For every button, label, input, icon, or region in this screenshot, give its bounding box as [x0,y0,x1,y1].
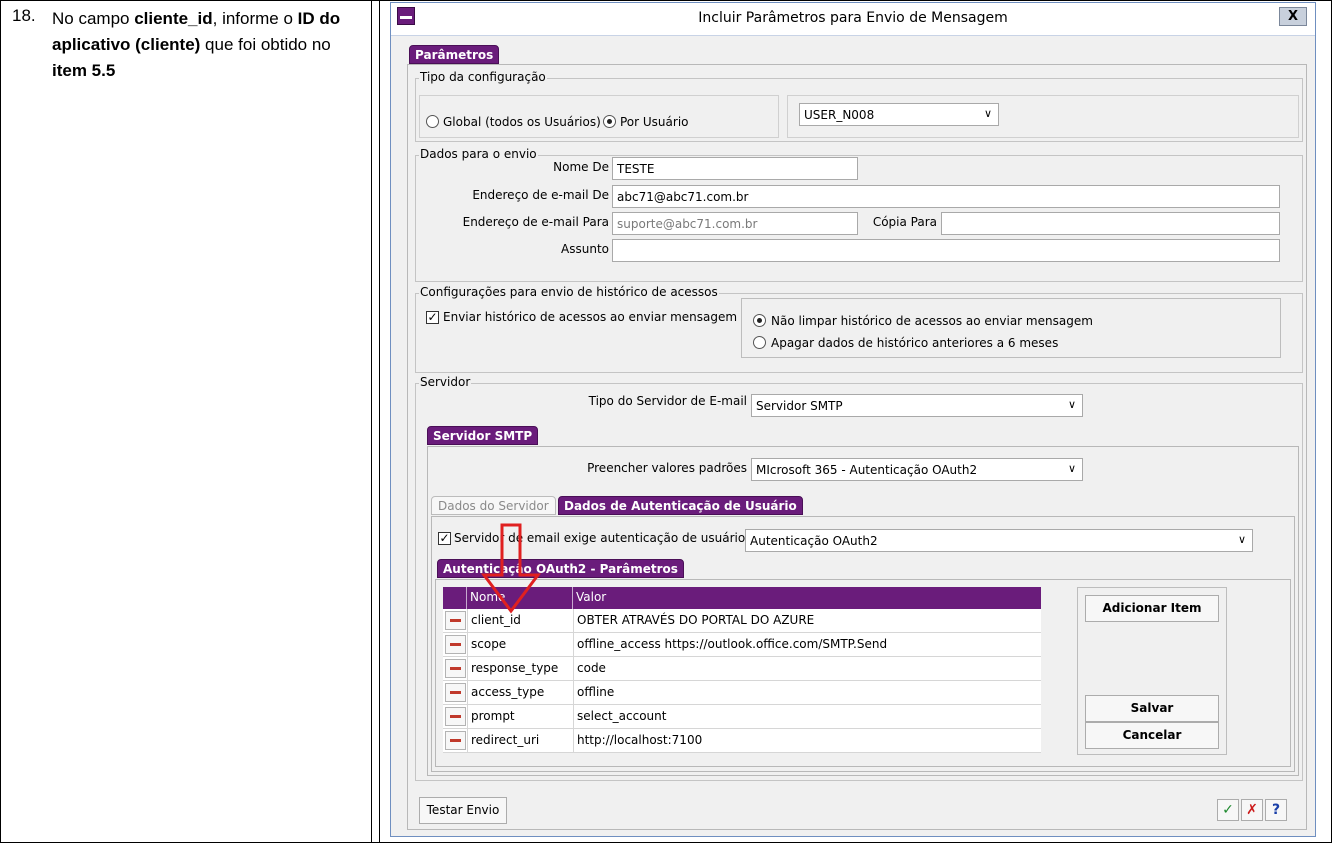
radio-keep-history[interactable] [753,314,766,327]
requires-auth-checkbox[interactable]: ✓ [438,532,451,545]
chevron-down-icon: ∨ [983,107,992,120]
send-history-checkbox[interactable]: ✓ [426,311,439,324]
table-row[interactable]: access_type offline [443,681,1041,705]
confirm-icon[interactable]: ✓ [1217,799,1239,821]
user-select[interactable]: USER_N008 ∨ [799,103,999,126]
cell-nome[interactable]: access_type [467,681,573,705]
grid-header-blank [443,587,467,609]
remove-row-button[interactable] [445,659,466,678]
server-legend: Servidor [419,375,472,389]
instruction-cell: 18. No campo cliente_id, informe o ID do… [0,0,372,843]
email-de-label: Endereço de e-mail De [472,188,609,202]
copia-para-label: Cópia Para [872,215,937,229]
defaults-label: Preencher valores padrões [587,461,747,475]
cell-nome[interactable]: redirect_uri [467,729,573,753]
dialog-window: Incluir Parâmetros para Envio de Mensage… [390,2,1316,837]
radio-global-label: Global (todos os Usuários) [443,115,601,129]
cell-nome[interactable]: scope [467,633,573,657]
send-data-legend: Dados para o envio [419,147,538,161]
radio-delete-history[interactable] [753,336,766,349]
table-row[interactable]: scope offline_access https://outlook.offi… [443,633,1041,657]
annotation-arrow-icon [481,523,541,614]
remove-row-button[interactable] [445,611,466,630]
chevron-down-icon: ∨ [1067,398,1076,411]
table-row[interactable]: prompt select_account [443,705,1041,729]
remove-row-button[interactable] [445,683,466,702]
test-send-button[interactable]: Testar Envio [419,797,507,824]
assunto-label: Assunto [561,242,609,256]
assunto-field[interactable] [612,239,1280,262]
radio-global[interactable] [426,115,439,128]
remove-row-button[interactable] [445,707,466,726]
radio-keep-history-label: Não limpar histórico de acessos ao envia… [771,314,1093,328]
window-title: Incluir Parâmetros para Envio de Mensage… [698,10,1008,26]
cancel-button[interactable]: Cancelar [1085,722,1219,749]
radio-por-usuario-label: Por Usuário [620,115,689,129]
email-para-label: Endereço de e-mail Para [462,215,609,229]
tab-oauth-params[interactable]: Autenticação OAuth2 - Parâmetros [437,559,684,578]
email-de-field[interactable]: abc71@abc71.com.br [612,185,1280,208]
tab-dados-autenticacao[interactable]: Dados de Autenticação de Usuário [558,496,803,515]
radio-delete-history-label: Apagar dados de histórico anteriores a 6… [771,336,1059,350]
chevron-down-icon: ∨ [1067,462,1076,475]
grid-header-valor[interactable]: Valor [573,587,1041,609]
cancel-icon[interactable]: ✗ [1241,799,1263,821]
spacer-cell [372,0,380,843]
save-button[interactable]: Salvar [1085,695,1219,722]
server-type-label: Tipo do Servidor de E-mail [588,394,747,408]
cell-nome[interactable]: prompt [467,705,573,729]
defaults-select[interactable]: MIcrosoft 365 - Autenticação OAuth2 ∨ [751,458,1083,481]
cell-valor[interactable]: offline [573,681,1041,705]
add-item-button[interactable]: Adicionar Item [1085,595,1219,622]
config-type-legend: Tipo da configuração [419,70,547,84]
chevron-down-icon: ∨ [1237,533,1246,546]
tab-servidor-smtp[interactable]: Servidor SMTP [427,426,539,445]
tab-dados-servidor[interactable]: Dados do Servidor [431,496,556,515]
cell-nome[interactable]: response_type [467,657,573,681]
step-instruction: No campo cliente_id, informe o ID do apl… [52,9,341,80]
remove-row-button[interactable] [445,635,466,654]
email-para-field[interactable]: suporte@abc71.com.br [612,212,858,235]
cell-valor[interactable]: offline_access https://outlook.office.co… [573,633,1041,657]
table-row[interactable]: response_type code [443,657,1041,681]
tab-parametros[interactable]: Parâmetros [409,45,500,64]
cell-valor[interactable]: OBTER ATRAVÉS DO PORTAL DO AZURE [573,609,1041,633]
help-icon[interactable]: ? [1265,799,1287,821]
server-type-select[interactable]: Servidor SMTP ∨ [751,394,1083,417]
history-legend: Configurações para envio de histórico de… [419,285,719,299]
send-history-label: Enviar histórico de acessos ao enviar me… [443,310,738,324]
radio-por-usuario[interactable] [603,115,616,128]
cell-valor[interactable]: select_account [573,705,1041,729]
cell-valor[interactable]: http://localhost:7100 [573,729,1041,753]
close-button[interactable]: X [1279,7,1307,26]
copia-para-field[interactable] [941,212,1280,235]
remove-row-button[interactable] [445,731,466,750]
step-number: 18. [12,6,36,25]
cell-valor[interactable]: code [573,657,1041,681]
auth-type-select[interactable]: Autenticação OAuth2 ∨ [745,529,1253,552]
nome-de-label: Nome De [553,160,609,174]
table-row[interactable]: redirect_uri http://localhost:7100 [443,729,1041,753]
nome-de-field[interactable]: TESTE [612,157,858,180]
title-bar: Incluir Parâmetros para Envio de Mensage… [391,3,1315,36]
